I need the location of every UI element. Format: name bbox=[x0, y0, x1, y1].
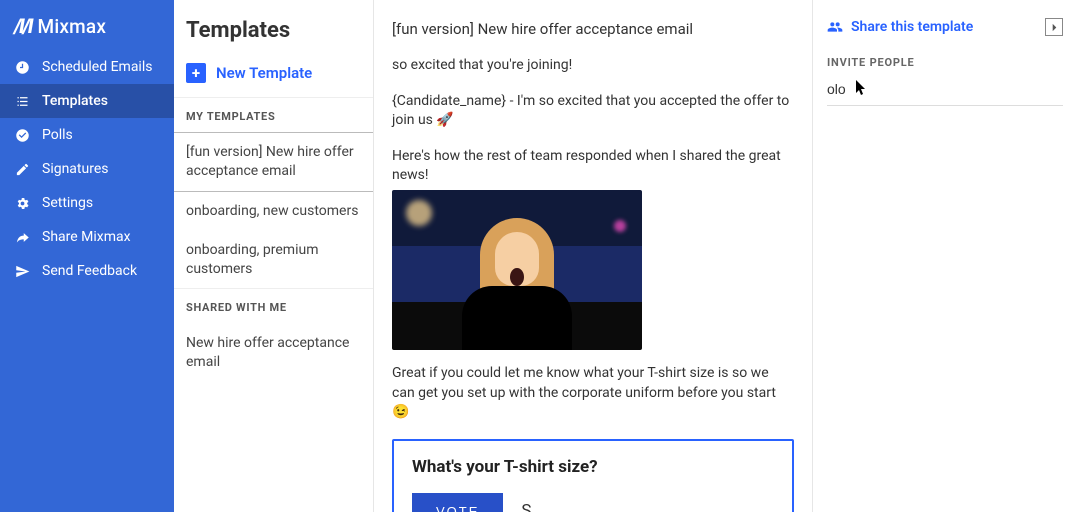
share-template-button[interactable]: Share this template bbox=[827, 19, 973, 35]
sidebar-item-templates[interactable]: Templates bbox=[0, 84, 174, 118]
template-list-panel: Templates + New Template MY TEMPLATES [f… bbox=[174, 0, 374, 512]
plus-icon: + bbox=[186, 63, 206, 83]
template-paragraph[interactable]: Great if you could let me know what your… bbox=[392, 364, 794, 423]
share-template-label: Share this template bbox=[851, 19, 973, 35]
template-paragraph[interactable]: {Candidate_name} - I'm so excited that y… bbox=[392, 92, 794, 131]
cursor-icon bbox=[855, 79, 869, 97]
shared-templates-list: New hire offer acceptance email bbox=[174, 324, 373, 382]
invite-people-label: INVITE PEOPLE bbox=[827, 56, 1063, 69]
page-title: Templates bbox=[174, 0, 373, 57]
template-paragraph[interactable]: so excited that you're joining! bbox=[392, 56, 794, 76]
template-editor-panel: [fun version] New hire offer acceptance … bbox=[374, 0, 812, 512]
list-icon bbox=[14, 93, 30, 109]
shared-section-label: SHARED WITH ME bbox=[174, 288, 373, 324]
pencil-icon bbox=[14, 161, 30, 177]
my-templates-section-label: MY TEMPLATES bbox=[174, 97, 373, 133]
poll-widget: What's your T-shirt size? VOTE S bbox=[392, 439, 794, 512]
send-icon bbox=[14, 263, 30, 279]
people-icon bbox=[827, 19, 843, 35]
sidebar-item-polls[interactable]: Polls bbox=[0, 118, 174, 152]
template-editor-body[interactable]: [fun version] New hire offer acceptance … bbox=[374, 0, 812, 512]
my-templates-list: [fun version] New hire offer acceptance … bbox=[174, 133, 373, 288]
template-item[interactable]: onboarding, new customers bbox=[174, 192, 373, 231]
collapse-panel-button[interactable] bbox=[1045, 18, 1063, 36]
template-paragraph[interactable]: Here's how the rest of team responded wh… bbox=[392, 147, 794, 186]
sidebar-item-send-feedback[interactable]: Send Feedback bbox=[0, 254, 174, 288]
chevron-right-icon bbox=[1050, 23, 1059, 32]
sidebar-item-label: Templates bbox=[42, 93, 108, 109]
share-panel: Share this template INVITE PEOPLE bbox=[812, 0, 1077, 512]
template-subject[interactable]: [fun version] New hire offer acceptance … bbox=[392, 20, 794, 38]
sidebar-item-label: Scheduled Emails bbox=[42, 59, 152, 75]
sidebar-item-label: Polls bbox=[42, 127, 73, 143]
share-icon bbox=[14, 229, 30, 245]
logo: /I/I Mixmax bbox=[0, 14, 174, 50]
template-item[interactable]: onboarding, premium customers bbox=[174, 231, 373, 289]
logo-text: Mixmax bbox=[38, 15, 107, 38]
sidebar-item-signatures[interactable]: Signatures bbox=[0, 152, 174, 186]
template-item[interactable]: New hire offer acceptance email bbox=[174, 324, 373, 382]
vote-button[interactable]: VOTE bbox=[412, 493, 503, 512]
poll-option: S bbox=[521, 501, 531, 512]
sidebar-item-label: Settings bbox=[42, 195, 93, 211]
sidebar: /I/I Mixmax Scheduled Emails Templates P… bbox=[0, 0, 174, 512]
sidebar-item-label: Send Feedback bbox=[42, 263, 137, 279]
clock-icon bbox=[14, 59, 30, 75]
new-template-button[interactable]: + New Template bbox=[174, 57, 373, 97]
template-item[interactable]: [fun version] New hire offer acceptance … bbox=[174, 132, 373, 192]
check-circle-icon bbox=[14, 127, 30, 143]
embedded-gif bbox=[392, 190, 642, 350]
sidebar-item-share-mixmax[interactable]: Share Mixmax bbox=[0, 220, 174, 254]
sidebar-item-label: Signatures bbox=[42, 161, 109, 177]
sidebar-item-scheduled-emails[interactable]: Scheduled Emails bbox=[0, 50, 174, 84]
logo-mark-icon: /I/I bbox=[14, 14, 32, 38]
poll-question: What's your T-shirt size? bbox=[412, 457, 774, 477]
sidebar-item-label: Share Mixmax bbox=[42, 229, 131, 245]
new-template-label: New Template bbox=[216, 64, 312, 82]
sidebar-item-settings[interactable]: Settings bbox=[0, 186, 174, 220]
gear-icon bbox=[14, 195, 30, 211]
